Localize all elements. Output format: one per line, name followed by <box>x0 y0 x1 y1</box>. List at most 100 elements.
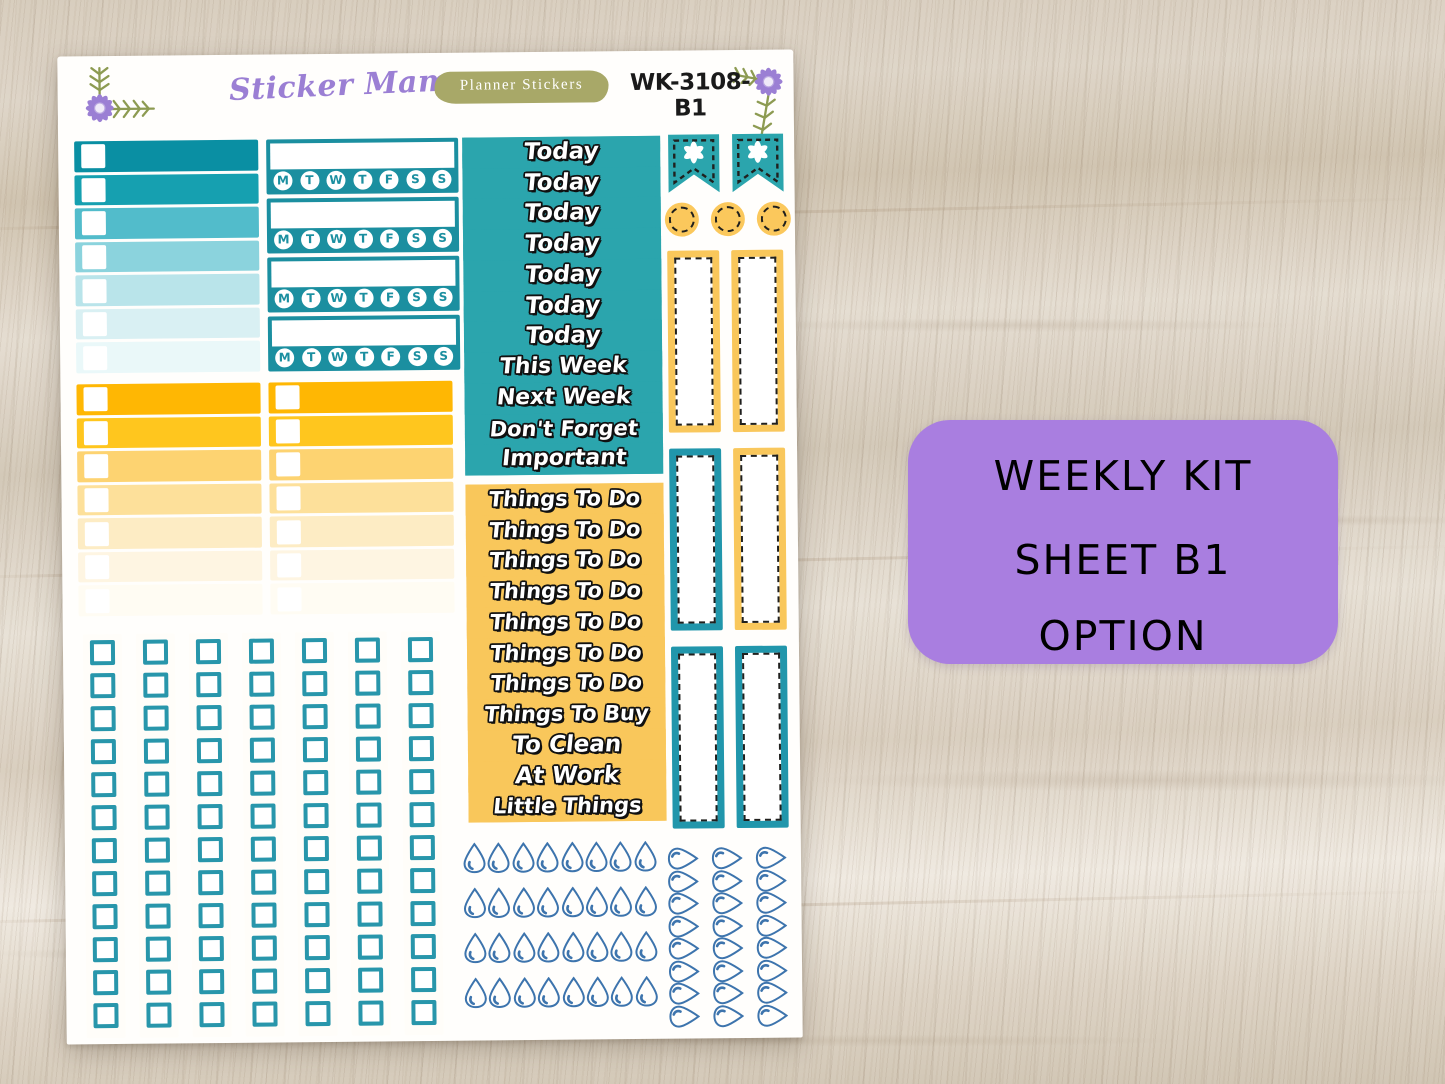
yellow-checkbox-bar-right-row[interactable] <box>269 481 454 514</box>
yellow-checkbox-bar-left-row[interactable] <box>77 449 262 483</box>
yellow-label-strip[interactable]: Little Things <box>467 789 667 823</box>
water-drop-sticker[interactable] <box>512 931 536 968</box>
water-drop-rotated-sticker[interactable] <box>663 869 699 893</box>
yellow-checkbox-bar-right-row[interactable] <box>269 515 454 548</box>
yellow-label-strip[interactable]: To Clean <box>466 728 667 762</box>
water-drop-rotated-sticker[interactable] <box>752 1004 789 1027</box>
water-drop-sticker[interactable] <box>610 886 633 922</box>
weekday-circle-3[interactable]: T <box>353 229 373 249</box>
water-drop-sticker[interactable] <box>464 977 487 1013</box>
checkbox-square[interactable] <box>90 706 116 732</box>
circle-sticker[interactable] <box>756 201 792 236</box>
weekday-note-area[interactable] <box>270 141 455 170</box>
checkbox-square[interactable] <box>409 834 436 861</box>
checkbox-square[interactable] <box>408 735 435 762</box>
water-drop-rotated-sticker[interactable] <box>663 959 700 983</box>
yellow-checkbox-bar-left-row[interactable] <box>78 550 263 583</box>
checkbox-square[interactable] <box>355 736 382 762</box>
water-drop-rotated-sticker[interactable] <box>707 869 743 892</box>
yellow-checkbox-bar-left-row[interactable] <box>77 483 262 516</box>
vertical-bar-sticker[interactable] <box>670 646 725 829</box>
checkbox-square[interactable] <box>145 903 171 929</box>
yellow-checkbox-bar-right-row[interactable] <box>270 582 455 615</box>
checkbox-square[interactable] <box>198 935 224 962</box>
water-drop-rotated-sticker[interactable] <box>707 959 744 982</box>
water-drop-sticker[interactable] <box>488 887 511 923</box>
checkbox-square[interactable] <box>93 970 119 996</box>
checkbox-square[interactable] <box>303 769 329 796</box>
water-drop-sticker[interactable] <box>512 841 535 878</box>
teal-checkbox-bar-row[interactable] <box>76 341 261 374</box>
water-drop-sticker[interactable] <box>488 932 511 968</box>
weekday-circle-4[interactable]: F <box>381 346 401 366</box>
teal-checkbox-bar-checkbox[interactable] <box>81 211 106 236</box>
weekday-circle-5[interactable]: S <box>405 169 426 189</box>
water-drop-sticker[interactable] <box>561 931 584 968</box>
checkbox-square[interactable] <box>409 768 435 795</box>
circle-sticker[interactable] <box>664 202 700 237</box>
checkbox-square[interactable] <box>357 868 383 894</box>
teal-label-strip[interactable]: Today <box>462 320 664 353</box>
water-drop-sticker[interactable] <box>489 977 512 1013</box>
checkbox-square[interactable] <box>301 637 328 664</box>
yellow-label-strip[interactable]: Things To Do <box>465 513 666 547</box>
checkbox-square[interactable] <box>196 738 223 764</box>
vertical-bar-sticker[interactable] <box>734 645 789 829</box>
yellow-checkbox-bar-right-row[interactable] <box>269 447 454 481</box>
water-drop-sticker[interactable] <box>562 976 585 1013</box>
water-drop-sticker[interactable] <box>635 975 658 1012</box>
teal-checkbox-bar-checkbox[interactable] <box>82 245 107 270</box>
weekday-circle-0[interactable]: M <box>275 347 295 367</box>
teal-label-strip[interactable]: Today <box>462 227 663 261</box>
checkbox-square[interactable] <box>197 771 223 797</box>
yellow-checkbox-bar-right-checkbox[interactable] <box>275 385 300 410</box>
circle-sticker[interactable] <box>710 201 746 237</box>
teal-checkbox-bar-checkbox[interactable] <box>81 177 106 203</box>
weekday-circle-0[interactable]: M <box>273 170 293 190</box>
teal-checkbox-bar-row[interactable] <box>74 139 259 172</box>
weekday-circle-3[interactable]: T <box>354 288 374 308</box>
yellow-checkbox-bar-left-row[interactable] <box>77 516 262 550</box>
checkbox-square[interactable] <box>146 1002 172 1028</box>
checkbox-square[interactable] <box>143 705 169 731</box>
flag-banner-sticker[interactable] <box>730 132 786 200</box>
yellow-label-strip[interactable]: Things To Do <box>465 544 666 577</box>
weekday-circle-5[interactable]: S <box>407 287 427 307</box>
checkbox-square[interactable] <box>92 937 118 963</box>
yellow-label-strip[interactable]: Things To Do <box>465 667 667 700</box>
checkbox-square[interactable] <box>196 705 222 731</box>
checkbox-square[interactable] <box>356 802 382 828</box>
yellow-label-strip[interactable]: At Work <box>466 759 667 792</box>
checkbox-square[interactable] <box>249 704 275 730</box>
water-drop-rotated-sticker[interactable] <box>751 869 787 892</box>
weekday-circle-6[interactable]: S <box>434 346 454 366</box>
checkbox-square[interactable] <box>302 736 329 763</box>
water-drop-rotated-sticker[interactable] <box>708 1004 745 1027</box>
weekday-note-area[interactable] <box>270 200 455 229</box>
water-drop-rotated-sticker[interactable] <box>750 846 787 869</box>
water-drop-sticker[interactable] <box>537 931 560 968</box>
checkbox-square[interactable] <box>199 968 225 995</box>
checkbox-square[interactable] <box>144 804 170 830</box>
water-drop-sticker[interactable] <box>611 975 634 1012</box>
weekday-circle-1[interactable]: T <box>301 347 321 367</box>
checkbox-square[interactable] <box>92 871 118 897</box>
teal-label-strip[interactable]: Today <box>462 258 663 292</box>
yellow-checkbox-bar-right-checkbox[interactable] <box>276 486 301 511</box>
checkbox-square[interactable] <box>354 637 381 663</box>
water-drop-sticker[interactable] <box>512 886 535 923</box>
water-drop-sticker[interactable] <box>585 841 608 877</box>
water-drop-sticker[interactable] <box>536 841 559 878</box>
weekday-circle-0[interactable]: M <box>274 288 294 308</box>
weekday-circle-0[interactable]: M <box>273 229 294 249</box>
checkbox-square[interactable] <box>197 804 223 830</box>
teal-label-strip[interactable]: Today <box>462 166 662 200</box>
weekday-circle-1[interactable]: T <box>299 170 320 190</box>
water-drop-sticker[interactable] <box>586 931 609 967</box>
checkbox-square[interactable] <box>410 900 436 927</box>
yellow-checkbox-bar-left-checkbox[interactable] <box>83 387 108 412</box>
yellow-checkbox-bar-right-checkbox[interactable] <box>276 452 301 477</box>
checkbox-square[interactable] <box>356 769 382 795</box>
checkbox-square[interactable] <box>90 739 117 765</box>
weekday-tracker-box[interactable]: MTWTFSS <box>267 255 460 313</box>
